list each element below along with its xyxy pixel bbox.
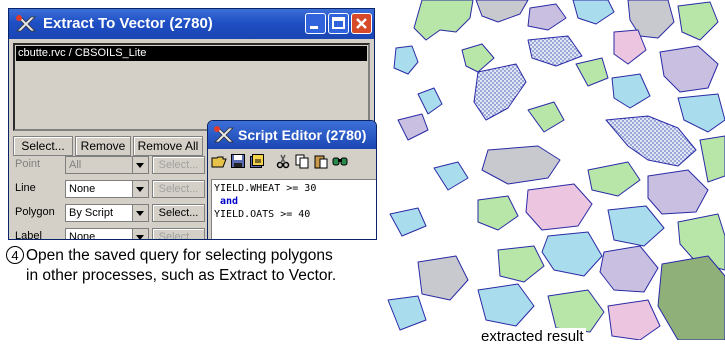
app-logo-icon xyxy=(16,15,36,32)
chevron-down-icon xyxy=(132,157,148,173)
polygon xyxy=(599,245,659,293)
chevron-down-icon xyxy=(132,229,148,239)
polygon xyxy=(477,195,519,231)
label-label: Label xyxy=(15,230,42,240)
polygon xyxy=(475,0,529,23)
polygon xyxy=(659,45,719,93)
label-dropdown-value: None xyxy=(69,231,96,240)
polygon xyxy=(481,145,561,185)
find-icon[interactable] xyxy=(332,153,348,169)
extract-window-title: Extract To Vector (2780) xyxy=(43,15,213,32)
polygon xyxy=(525,183,593,231)
line-label: Line xyxy=(15,182,36,194)
polygon-select-button[interactable]: Select... xyxy=(152,204,205,222)
polygon xyxy=(605,115,697,167)
polygon xyxy=(473,63,527,121)
line-dropdown[interactable]: None xyxy=(65,180,149,198)
point-dropdown[interactable]: All xyxy=(65,156,149,174)
script-toolbar xyxy=(211,153,348,173)
cut-icon[interactable] xyxy=(275,153,291,169)
step-number-badge: 4 xyxy=(6,246,24,264)
line-dropdown-value: None xyxy=(69,183,96,195)
app-logo-icon xyxy=(214,126,234,143)
extracted-polygons-map xyxy=(387,0,725,340)
polygon xyxy=(587,161,641,197)
copy-icon[interactable] xyxy=(294,153,310,169)
line-select-button[interactable]: Select... xyxy=(152,180,205,198)
select-button[interactable]: Select... xyxy=(13,136,73,156)
polygon xyxy=(397,113,429,141)
polygon xyxy=(417,255,469,301)
polygon xyxy=(699,135,725,183)
polygon xyxy=(607,205,665,247)
polygon xyxy=(611,73,651,109)
script-editor-title: Script Editor (2780) xyxy=(238,127,367,143)
script-line: YIELD.OATS >= 40 xyxy=(214,209,311,220)
label-dropdown[interactable]: None xyxy=(65,228,149,240)
polygon xyxy=(527,35,583,67)
script-keyword: and xyxy=(220,196,239,207)
point-dropdown-value: All xyxy=(69,159,82,171)
polygon xyxy=(477,283,535,327)
polygon xyxy=(417,87,443,115)
remove-all-button[interactable]: Remove All xyxy=(133,136,203,156)
polygon-label: Polygon xyxy=(15,206,55,218)
polygon xyxy=(413,0,474,41)
polygon-dropdown[interactable]: By Script xyxy=(65,204,149,222)
point-select-button[interactable]: Select... xyxy=(152,156,205,174)
script-editor-text[interactable]: YIELD.WHEAT >= 30 and YIELD.OATS >= 40 xyxy=(211,179,376,239)
layer-list[interactable]: cbutte.rvc / CBSOILS_Lite xyxy=(13,43,370,131)
polygon xyxy=(461,43,495,73)
script-editor-window: Script Editor (2780) YIELD.WHEAT >= 30 a… xyxy=(207,120,377,240)
polygon xyxy=(433,161,469,191)
polygon xyxy=(575,57,609,87)
maximize-icon xyxy=(332,17,345,29)
extract-window-titlebar[interactable]: Extract To Vector (2780) xyxy=(9,9,374,39)
polygon xyxy=(389,207,427,237)
polygon xyxy=(607,299,661,340)
polygon xyxy=(572,0,615,25)
polygon xyxy=(657,255,725,340)
polygon xyxy=(393,45,419,75)
close-icon xyxy=(356,18,367,29)
polygon xyxy=(497,245,545,283)
close-button[interactable] xyxy=(351,13,372,34)
chevron-down-icon xyxy=(132,181,148,197)
polygon xyxy=(677,93,725,133)
list-item[interactable]: cbutte.rvc / CBSOILS_Lite xyxy=(16,46,367,61)
polygon xyxy=(647,169,709,215)
chevron-down-icon xyxy=(132,205,148,221)
polygon xyxy=(547,289,605,333)
label-select-button[interactable]: Select... xyxy=(152,228,205,239)
polygon xyxy=(527,101,565,133)
script-line: YIELD.WHEAT >= 30 xyxy=(214,183,317,194)
remove-button[interactable]: Remove xyxy=(75,136,131,156)
paste-icon[interactable] xyxy=(313,153,329,169)
polygon xyxy=(677,1,719,41)
save-icon[interactable] xyxy=(230,153,246,169)
map-label: extracted result xyxy=(479,328,586,345)
minimize-icon xyxy=(310,26,318,29)
open-folder-icon[interactable] xyxy=(211,153,227,169)
polygon xyxy=(387,295,427,331)
minimize-button[interactable] xyxy=(305,13,326,34)
polygon xyxy=(541,231,603,277)
point-label: Point xyxy=(15,158,41,170)
polygon-dropdown-value: By Script xyxy=(69,207,114,219)
maximize-button[interactable] xyxy=(328,13,349,34)
script-editor-titlebar[interactable]: Script Editor (2780) xyxy=(208,121,376,149)
polygon xyxy=(527,3,567,31)
step-caption: Open the saved query for selecting polyg… xyxy=(26,247,337,284)
save-as-icon[interactable] xyxy=(249,153,265,169)
